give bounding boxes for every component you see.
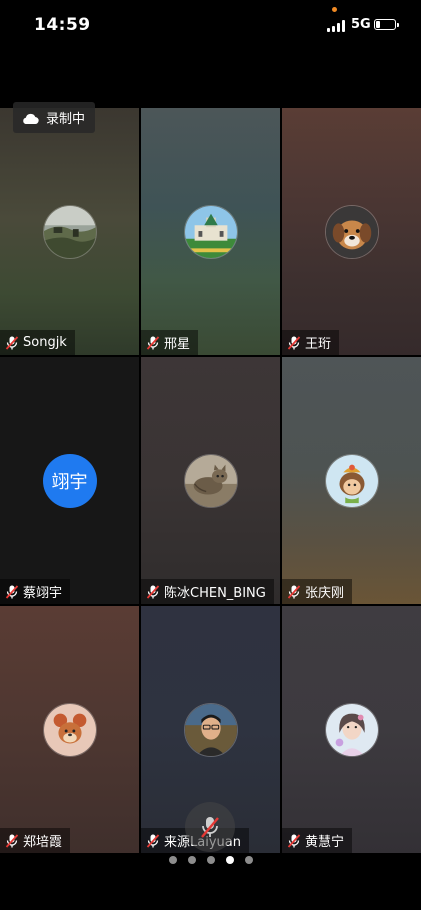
participant-name: 张庆刚 (305, 586, 345, 601)
participant-tile[interactable]: 黄慧宁 (282, 606, 421, 853)
participant-name: Songjk (23, 335, 67, 350)
privacy-indicator-icon (332, 7, 337, 12)
participant-name-tag: 蔡翊宇 (0, 579, 71, 604)
participant-name: 陈冰CHEN_BING (164, 586, 266, 601)
status-bar: 14:59 5G (0, 0, 421, 54)
microphone-muted-icon (4, 584, 20, 600)
participant-tile[interactable]: 王珩 (282, 108, 421, 355)
participant-name-tag: 郑培霞 (0, 828, 71, 853)
microphone-muted-icon (4, 335, 20, 351)
recording-label: 录制中 (46, 112, 86, 127)
page-dot[interactable] (187, 856, 196, 864)
microphone-muted-icon (4, 833, 20, 849)
participant-name: 黄慧宁 (305, 835, 345, 850)
participant-name-tag: 陈冰CHEN_BING (141, 579, 274, 604)
participant-tile[interactable]: 翊宇 蔡翊宇 (0, 357, 139, 604)
floating-mic-button[interactable] (185, 802, 235, 852)
page-dot[interactable] (168, 856, 177, 864)
participant-tile[interactable]: Songjk (0, 108, 139, 355)
battery-icon (374, 19, 399, 30)
participant-name-tag: 黄慧宁 (282, 828, 353, 853)
participant-name-tag: Songjk (0, 330, 75, 355)
participant-tile[interactable]: 邢星 (141, 108, 280, 355)
participant-name: 蔡翊宇 (23, 586, 63, 601)
participant-name-tag: 张庆刚 (282, 579, 353, 604)
page-dot[interactable] (244, 856, 253, 864)
page-indicator[interactable] (0, 856, 421, 868)
page-dot[interactable] (206, 856, 215, 864)
participant-tile[interactable]: 陈冰CHEN_BING (141, 357, 280, 604)
participant-avatar (324, 205, 379, 259)
participant-name-tag: 邢星 (141, 330, 199, 355)
participant-name: 王珩 (305, 337, 332, 352)
participant-avatar (183, 454, 238, 508)
microphone-muted-icon (145, 833, 161, 849)
microphone-muted-icon (286, 335, 302, 351)
participant-name-tag: 王珩 (282, 330, 340, 355)
microphone-muted-icon (286, 584, 302, 600)
participant-tile[interactable]: 郑培霞 (0, 606, 139, 853)
participant-name: 郑培霞 (23, 835, 63, 850)
status-time: 14:59 (34, 15, 91, 35)
participant-tile[interactable]: 张庆刚 (282, 357, 421, 604)
participant-avatar: 翊宇 (42, 454, 97, 508)
cloud-icon (23, 113, 39, 124)
microphone-muted-icon (145, 335, 161, 351)
participant-avatar (324, 454, 379, 508)
recording-badge[interactable]: 录制中 (13, 102, 95, 133)
microphone-muted-icon (201, 817, 219, 838)
participant-avatar (324, 703, 379, 757)
participant-avatar (42, 205, 97, 259)
microphone-muted-icon (145, 584, 161, 600)
participant-avatar (42, 703, 97, 757)
microphone-muted-icon (286, 833, 302, 849)
participant-avatar (183, 703, 238, 757)
avatar-initials: 翊宇 (51, 472, 88, 493)
participant-grid: Songjk 邢星 王珩 翊宇 蔡翊宇 陈冰CHEN_BING 张庆刚 郑培霞 … (0, 108, 421, 853)
participant-avatar (183, 205, 238, 259)
page-dot-active[interactable] (225, 856, 234, 864)
participant-name: 邢星 (164, 337, 191, 352)
network-type: 5G (351, 17, 371, 32)
cellular-signal-icon (327, 20, 347, 32)
